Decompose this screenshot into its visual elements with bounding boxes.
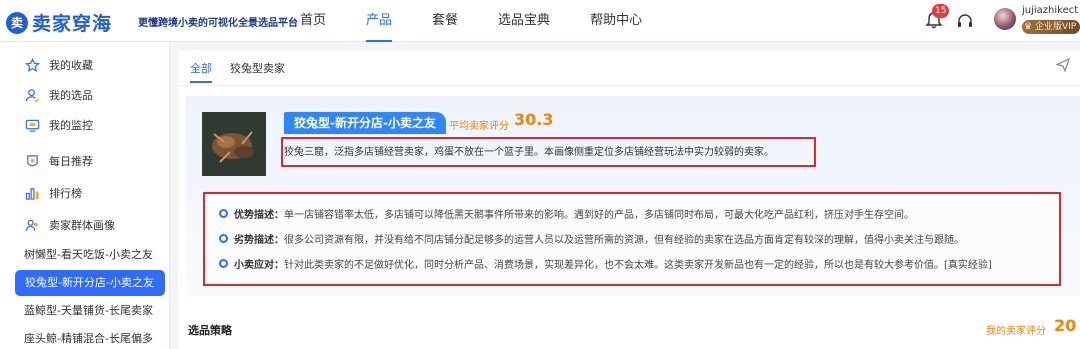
- bullet-icon: [219, 258, 228, 268]
- tab-rabbit-sellers[interactable]: 狡兔型卖家: [230, 60, 285, 76]
- sidebar-item-label: 每日推荐: [49, 155, 93, 168]
- brand-logo[interactable]: 卖 卖家穿海: [6, 9, 112, 36]
- analysis-row-response: 小卖应对： 针对此类卖家的不足做好优化，同时分析产品、消费场景，实现差异化，也不…: [219, 254, 992, 272]
- headset-icon[interactable]: [956, 12, 974, 30]
- persona-blue-whale[interactable]: 蓝鲸型-天量铺货-长尾卖家: [0, 298, 170, 324]
- avg-score-value: 30.3: [514, 110, 554, 129]
- nav-home[interactable]: 首页: [300, 0, 326, 42]
- analysis-text: 很多公司资源有限，并没有给不同店铺分配足够多的运营人员以及运营所需的资源，但有经…: [284, 234, 964, 246]
- nav-selection-guide[interactable]: 选品宝典: [498, 0, 550, 42]
- users-icon: [25, 219, 38, 231]
- tab-all[interactable]: 全部: [190, 60, 212, 83]
- avg-score-label: 平均卖家评分: [449, 121, 509, 132]
- sidebar-item-seller-persona[interactable]: 卖家群体画像: [0, 210, 170, 240]
- nav-products[interactable]: 产品: [366, 0, 393, 42]
- persona-description: 狡兔三窟，泛指多店铺经营卖家，鸡蛋不放在一个篮子里。本画像侧重定位多店铺经营玩法…: [284, 147, 774, 158]
- sidebar-item-ranking[interactable]: 排行榜: [0, 178, 170, 208]
- nav-plans[interactable]: 套餐: [432, 0, 458, 42]
- analysis-panel: 优势描述： 单一店铺容错率太低，多店铺可以降低黑天鹅事件所带来的影响。遇到好的产…: [203, 192, 1061, 286]
- persona-sloth[interactable]: 树懒型-看天吃饭-小卖之友: [0, 242, 170, 268]
- nav-help-center[interactable]: 帮助中心: [590, 0, 642, 42]
- analysis-row-disadvantage: 劣势描述： 很多公司资源有限，并没有给不同店铺分配足够多的运营人员以及运营所需的…: [219, 229, 964, 247]
- analysis-text: 单一店铺容错率太低，多店铺可以降低黑天鹅事件所带来的影响。遇到好的产品，多店铺同…: [284, 209, 914, 221]
- analysis-label: 劣势描述：: [234, 234, 284, 246]
- logo-text: 卖家穿海: [32, 13, 113, 35]
- bar-chart-icon: [25, 187, 39, 200]
- star-icon: [25, 57, 40, 72]
- main-content: 全部 狡兔型卖家 狡兔型-新开分店-小卖之友 平均卖家评分 30.3 狡兔三窟，…: [178, 50, 1080, 349]
- notification-count-badge: 15: [932, 4, 950, 18]
- sidebar-item-favorites[interactable]: 我的收藏: [0, 50, 170, 80]
- bullet-icon: [219, 233, 228, 243]
- sidebar-item-label: 我的选品: [49, 89, 93, 102]
- persona-card: 狡兔型-新开分店-小卖之友 平均卖家评分 30.3 狡兔三窟，泛指多店铺经营卖家…: [186, 96, 1080, 296]
- sidebar-item-daily-recommend[interactable]: 每日推荐: [0, 146, 170, 176]
- username[interactable]: jujiazhikect: [1022, 5, 1078, 16]
- calendar-badge-icon: [27, 154, 38, 166]
- logo-mark: 卖: [6, 11, 28, 34]
- persona-thumbnail: [202, 112, 266, 176]
- top-navigation-bar: 卖 卖家穿海 更懂跨境小卖的可视化全景选品平台 首页 产品 套餐 选品宝典 帮助…: [0, 0, 1080, 42]
- persona-humpback-whale[interactable]: 座头鲸-精铺混合-长尾偏多: [0, 326, 170, 349]
- strategy-section-title: 选品策略: [188, 324, 232, 337]
- user-check-icon: [25, 88, 40, 103]
- persona-rabbit[interactable]: 狡兔型-新开分店-小卖之友: [15, 270, 165, 296]
- send-icon[interactable]: [1056, 58, 1070, 72]
- analysis-text: 针对此类卖家的不足做好优化，同时分析产品、消费场景，实现差异化，也不会太难。这类…: [284, 259, 992, 271]
- my-score-value: 20: [1054, 316, 1077, 335]
- sidebar: 我的收藏 我的选品 我的监控 每日推荐 排行榜 卖家群体画像 树懒型-看天吃饭-…: [0, 42, 170, 349]
- main-nav: 首页 产品 套餐 选品宝典 帮助中心: [300, 0, 682, 42]
- sidebar-item-label: 我的收藏: [49, 59, 93, 72]
- tab-bar: 全部 狡兔型卖家: [178, 50, 1080, 86]
- monitor-icon: [25, 119, 40, 132]
- sidebar-item-label: 排行榜: [49, 187, 82, 200]
- bullet-icon: [219, 208, 228, 218]
- sidebar-item-label: 我的监控: [49, 119, 93, 132]
- vip-badge: ♛ 企业版VIP: [1022, 20, 1080, 34]
- vip-label: 企业版VIP: [1034, 22, 1077, 32]
- user-avatar[interactable]: [994, 8, 1016, 30]
- sidebar-item-monitor[interactable]: 我的监控: [0, 110, 170, 140]
- my-score-label: 我的卖家评分: [986, 326, 1046, 337]
- sidebar-item-label: 卖家群体画像: [49, 219, 115, 232]
- analysis-row-advantage: 优势描述： 单一店铺容错率太低，多店铺可以降低黑天鹅事件所带来的影响。遇到好的产…: [219, 204, 914, 222]
- brand-slogan: 更懂跨境小卖的可视化全景选品平台: [138, 18, 298, 29]
- persona-type-tag: 狡兔型-新开分店-小卖之友: [284, 112, 446, 134]
- sidebar-item-my-selection[interactable]: 我的选品: [0, 80, 170, 110]
- analysis-label: 优势描述：: [234, 209, 284, 221]
- analysis-label: 小卖应对：: [234, 259, 284, 271]
